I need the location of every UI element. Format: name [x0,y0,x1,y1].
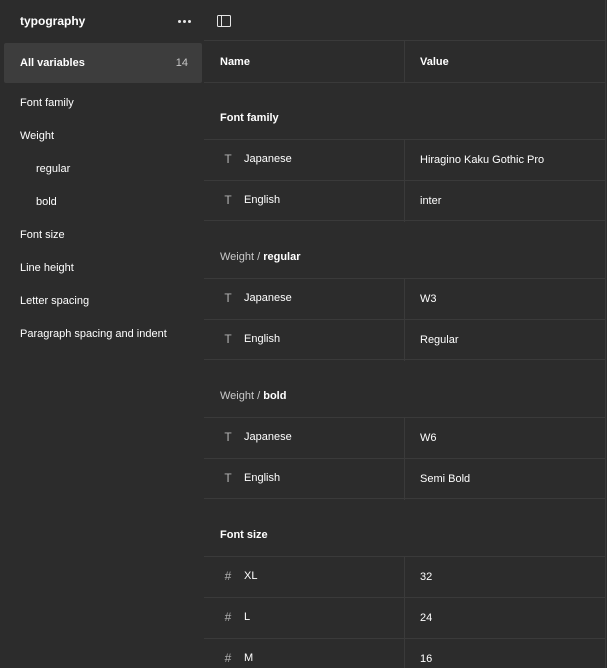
sidebar-item-font-family[interactable]: Font family [20,95,74,111]
section-title: Weight / regular [220,251,301,263]
table-row[interactable]: T English Regular [204,319,607,361]
sidebar-item-line-height[interactable]: Line height [20,260,74,276]
table-row[interactable]: # M 16 [204,638,607,668]
variable-name[interactable]: Japanese [244,431,292,443]
sidebar: typography All variables 14 Font family … [0,0,204,668]
variable-value[interactable]: W6 [420,432,437,444]
sidebar-item-weight[interactable]: Weight [20,128,54,144]
text-type-icon: T [224,430,232,444]
more-options-icon[interactable] [174,14,194,28]
variable-name[interactable]: Japanese [244,292,292,304]
table-row[interactable]: # XL 32 [204,556,607,598]
variable-name[interactable]: M [244,652,253,664]
text-type-icon: T [224,193,232,207]
column-divider [404,41,405,83]
table-row[interactable]: T Japanese W6 [204,417,607,459]
variable-name[interactable]: Japanese [244,153,292,165]
cell-divider [404,418,405,459]
section-title: Font family [220,112,279,124]
sidebar-item-paragraph-spacing[interactable]: Paragraph spacing and indent [20,326,167,342]
variable-name[interactable]: English [244,194,280,206]
variable-value[interactable]: inter [420,195,441,207]
sidebar-item-bold[interactable]: bold [36,194,57,210]
text-type-icon: T [224,332,232,346]
variable-value[interactable]: Hiragino Kaku Gothic Pro [420,154,544,166]
section-title: Font size [220,529,268,541]
variable-value[interactable]: Semi Bold [420,473,470,485]
number-type-icon: # [224,651,232,665]
section-title-strong: regular [263,251,301,263]
all-variables-label: All variables [20,57,85,69]
number-type-icon: # [224,569,232,583]
sidebar-item-letter-spacing[interactable]: Letter spacing [20,293,89,309]
table-row[interactable]: T Japanese Hiragino Kaku Gothic Pro [204,139,607,181]
section-title-prefix: Weight / [220,251,264,263]
all-variables-count: 14 [175,57,188,69]
section-title-prefix: Weight / [220,390,264,402]
sidebar-toggle-icon[interactable] [216,13,232,29]
variable-value[interactable]: 32 [420,571,432,583]
sidebar-header: typography [0,0,204,41]
all-variables-item[interactable]: All variables 14 [4,43,202,83]
cell-divider [404,140,405,181]
cell-divider [404,459,405,500]
table-row[interactable]: T English inter [204,180,607,222]
sidebar-item-regular[interactable]: regular [36,161,70,177]
sidebar-item-font-size[interactable]: Font size [20,227,65,243]
variables-table: Name Value Font family T Japanese Hiragi… [204,41,607,668]
variable-name[interactable]: English [244,472,280,484]
table-row[interactable]: # L 24 [204,597,607,639]
variable-value[interactable]: W3 [420,293,437,305]
variable-name[interactable]: XL [244,570,257,582]
cell-divider [404,320,405,361]
cell-divider [404,279,405,320]
variable-value[interactable]: 16 [420,653,432,665]
variable-name[interactable]: L [244,611,250,623]
text-type-icon: T [224,152,232,166]
cell-divider [404,181,405,222]
section-title-strong: bold [263,390,287,402]
cell-divider [404,557,405,598]
toolbar [204,0,607,41]
cell-divider [404,639,405,668]
variable-value[interactable]: 24 [420,612,432,624]
section-title: Weight / bold [220,390,286,402]
variable-name[interactable]: English [244,333,280,345]
collection-title[interactable]: typography [20,14,85,28]
column-header-name: Name [220,56,250,68]
table-row[interactable]: T English Semi Bold [204,458,607,500]
variable-value[interactable]: Regular [420,334,459,346]
text-type-icon: T [224,471,232,485]
table-row[interactable]: T Japanese W3 [204,278,607,320]
text-type-icon: T [224,291,232,305]
number-type-icon: # [224,610,232,624]
cell-divider [404,598,405,639]
column-header-row: Name Value [204,41,607,83]
column-header-value: Value [420,56,449,68]
